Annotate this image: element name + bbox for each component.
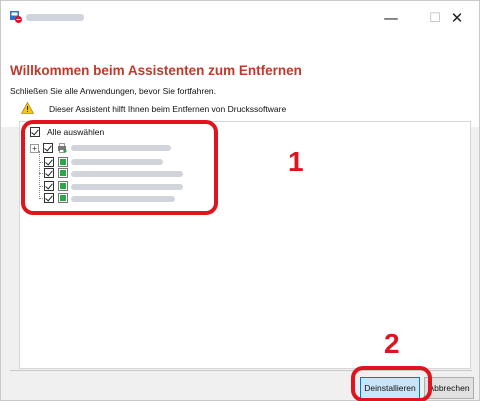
window-title-redacted bbox=[26, 14, 84, 21]
page-title: Willkommen beim Assistenten zum Entferne… bbox=[10, 63, 302, 78]
warning-text: Dieser Assistent hilft Ihnen beim Entfer… bbox=[49, 104, 287, 114]
close-button[interactable]: ✕ bbox=[435, 1, 479, 35]
callout-highlight-tree bbox=[21, 120, 218, 215]
callout-step-1: 1 bbox=[288, 146, 304, 177]
uninstall-wizard-window: — ☐ ✕ Willkommen beim Assistenten zum En… bbox=[0, 0, 480, 401]
title-bar[interactable]: — ☐ ✕ bbox=[1, 1, 479, 35]
callout-step-2: 2 bbox=[384, 328, 400, 359]
warning-icon bbox=[21, 102, 34, 114]
app-icon bbox=[10, 11, 22, 23]
instruction-text: Schließen Sie alle Anwendungen, bevor Si… bbox=[10, 86, 217, 96]
callout-highlight-uninstall bbox=[351, 366, 432, 401]
minimize-button[interactable]: — bbox=[369, 1, 413, 35]
